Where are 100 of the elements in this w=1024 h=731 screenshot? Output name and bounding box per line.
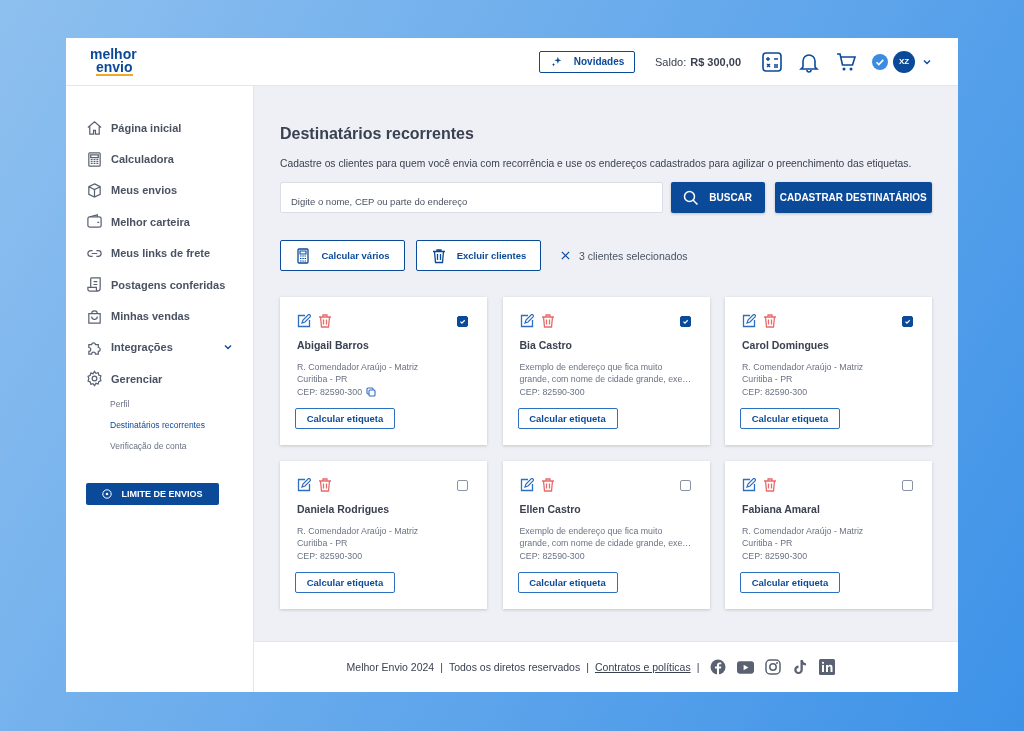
cart-icon[interactable] — [835, 50, 857, 73]
policies-link[interactable]: Contratos e políticas — [594, 661, 691, 673]
recipient-name: Ellen Castro — [519, 503, 582, 515]
sidebar-item[interactable]: Calculadora — [86, 143, 233, 175]
home-icon — [86, 119, 103, 137]
checkbox[interactable] — [902, 479, 913, 491]
address-line: Curitiba - PR — [742, 537, 794, 549]
edit-icon[interactable] — [742, 314, 756, 328]
address-line: R. Comendador Araújo - Matriz — [297, 526, 420, 538]
address-line: R. Comendador Araújo - Matriz — [297, 362, 420, 374]
footer-text: Melhor Envio 2024 — [346, 661, 435, 673]
edit-icon[interactable] — [519, 478, 534, 492]
calculate-many-button[interactable]: Calcular vários — [280, 240, 405, 271]
sidebar-item[interactable]: Postagens conferidas — [86, 268, 233, 301]
recipient-name: Abigail Barros — [297, 339, 370, 351]
checkbox[interactable] — [457, 315, 468, 327]
balance-label: Saldo: — [655, 55, 687, 68]
calculate-label-button[interactable]: Calcular etiqueta — [740, 408, 840, 429]
gear-icon — [86, 370, 103, 388]
sidebar-item[interactable]: Minhas vendas — [86, 300, 233, 332]
user-avatar[interactable]: XZ — [893, 50, 915, 73]
trash-icon[interactable] — [763, 314, 777, 328]
trash-icon[interactable] — [318, 314, 332, 328]
selection-count: 3 clientes selecionados — [579, 249, 688, 262]
postal-code: CEP: 82590-300 — [742, 387, 808, 397]
sidebar-item[interactable]: Meus links de frete — [86, 237, 233, 269]
postal-code: CEP: 82590-300 — [297, 387, 363, 397]
trash-icon[interactable] — [540, 478, 555, 492]
address-line: grande, com nome de cidade grande, exe… — [519, 373, 693, 385]
checkbox[interactable] — [679, 479, 691, 491]
copy-icon[interactable] — [366, 387, 377, 397]
submenu-item[interactable]: Destinatários recorrentes — [110, 414, 233, 436]
calculate-label-button[interactable]: Calcular etiqueta — [740, 572, 840, 593]
address-line: Exemplo de endereço que fica muito — [519, 362, 664, 374]
recipient-name: Carol Domingues — [742, 339, 830, 351]
recipient-name: Daniela Rodrigues — [297, 503, 391, 515]
edit-icon[interactable] — [519, 314, 534, 328]
trash-icon[interactable] — [318, 478, 332, 492]
sidebar-item[interactable]: Melhor carteira — [86, 206, 233, 238]
address-line: R. Comendador Araújo - Matriz — [742, 526, 865, 538]
logo[interactable]: melhor envio — [90, 47, 137, 76]
checkbox[interactable] — [902, 315, 913, 327]
page-title: Destinatários recorrentes — [280, 125, 475, 143]
address-line: Curitiba - PR — [742, 373, 794, 385]
trash-icon — [430, 247, 447, 264]
checkbox[interactable] — [457, 479, 468, 491]
sidebar-item[interactable]: Meus envios — [86, 174, 233, 207]
submenu-item[interactable]: Perfil — [110, 393, 233, 415]
address-line: Curitiba - PR — [297, 537, 349, 549]
youtube-icon[interactable] — [737, 660, 755, 674]
instagram-icon[interactable] — [765, 659, 782, 675]
calculate-label-button[interactable]: Calcular etiqueta — [517, 408, 618, 429]
search-field[interactable]: Digite o nome, CEP ou parte do endereço — [280, 182, 663, 213]
separator: | — [586, 661, 589, 673]
facebook-icon[interactable] — [710, 659, 727, 675]
delete-clients-button[interactable]: Excluir clientes — [416, 240, 541, 271]
separator: | — [440, 661, 443, 673]
postal-code: CEP: 82590-300 — [519, 387, 585, 397]
search-icon — [683, 189, 700, 206]
close-icon[interactable] — [560, 250, 571, 261]
send-limit-button[interactable]: LIMITE DE ENVIOS — [86, 482, 219, 505]
separator: | — [696, 661, 700, 673]
address-line: Exemplo de endereço que fica muito — [519, 526, 664, 538]
edit-icon[interactable] — [297, 314, 311, 328]
calculator-icon — [295, 247, 312, 264]
sidebar-item[interactable]: Página inicial — [86, 112, 233, 144]
grid-icon[interactable] — [761, 50, 783, 73]
page-description: Cadastre os clientes para quem você envia com recorrência e use os endereços cadastrados para agilizar o preenchimento das etiquetas. — [280, 158, 913, 169]
sidebar-item[interactable]: Gerenciar — [86, 363, 233, 395]
footer-text: Todos os diretos reservados — [448, 661, 581, 673]
sidebar-item[interactable]: Integrações — [86, 331, 233, 364]
trash-icon[interactable] — [540, 314, 555, 328]
postal-code: CEP: 82590-300 — [297, 551, 363, 561]
shopping-bag-icon — [86, 307, 103, 325]
address-line: Curitiba - PR — [297, 373, 349, 385]
submenu-item[interactable]: Verificação de conta — [110, 435, 233, 457]
register-recipients-button[interactable]: CADASTRAR DESTINATÁRIOS — [774, 182, 932, 213]
wallet-icon — [86, 213, 103, 231]
linkedin-icon[interactable] — [819, 659, 836, 675]
edit-icon[interactable] — [742, 478, 756, 492]
plus-circle-icon — [102, 488, 113, 499]
tiktok-icon[interactable] — [792, 659, 809, 675]
verified-icon — [872, 53, 888, 70]
search-button[interactable]: BUSCAR — [670, 182, 765, 213]
trash-icon[interactable] — [763, 478, 777, 492]
calculator-icon — [86, 150, 103, 168]
calculate-label-button[interactable]: Calcular etiqueta — [295, 572, 395, 593]
recipient-name: Bia Castro — [519, 339, 573, 351]
balance-value: R$ 300,00 — [690, 55, 741, 68]
edit-icon[interactable] — [297, 478, 311, 492]
checkbox[interactable] — [679, 315, 691, 327]
calculate-label-button[interactable]: Calcular etiqueta — [295, 408, 395, 429]
receipt-icon — [86, 276, 103, 294]
address-line: R. Comendador Araújo - Matriz — [742, 362, 865, 374]
calculate-label-button[interactable]: Calcular etiqueta — [517, 572, 618, 593]
news-button[interactable]: Novidades — [539, 50, 636, 73]
postal-code: CEP: 82590-300 — [519, 551, 585, 561]
recipient-name: Fabiana Amaral — [742, 503, 821, 515]
address-line: grande, com nome de cidade grande, exe… — [519, 537, 693, 549]
box-icon — [86, 181, 103, 199]
